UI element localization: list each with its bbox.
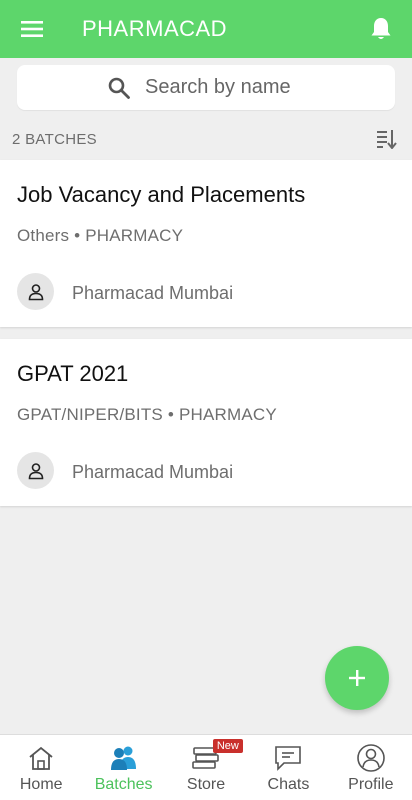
batch-count-label: 2 BATCHES — [12, 130, 97, 148]
add-batch-button[interactable] — [325, 646, 389, 710]
batch-owner: Pharmacad Mumbai — [72, 283, 234, 303]
nav-label: Batches — [94, 776, 153, 793]
nav-label: Home — [19, 776, 63, 793]
nav-item-store[interactable]: New Store — [165, 735, 247, 800]
batch-title: Job Vacancy and Placements — [17, 182, 306, 207]
bell-icon — [371, 18, 391, 39]
plus-icon — [349, 670, 365, 686]
home-icon — [29, 746, 53, 770]
nav-label: Store — [186, 776, 226, 793]
nav-item-profile[interactable]: Profile — [330, 735, 412, 800]
batch-count-row: 2 BATCHES — [12, 128, 400, 150]
avatar — [17, 452, 54, 489]
nav-label: Profile — [348, 776, 394, 793]
person-icon — [28, 283, 43, 300]
profile-icon — [357, 744, 385, 772]
sort-icon — [377, 130, 397, 149]
batch-owner: Pharmacad Mumbai — [72, 462, 234, 482]
nav-item-batches[interactable]: Batches — [82, 735, 164, 800]
nav-label: Chats — [267, 776, 310, 793]
batch-title: GPAT 2021 — [17, 361, 129, 386]
sort-button[interactable] — [374, 126, 400, 152]
batch-card[interactable]: Job Vacancy and Placements Others • PHAR… — [0, 160, 412, 327]
search-input[interactable] — [145, 76, 305, 99]
app-bar: PHARMACAD — [0, 0, 412, 58]
avatar — [17, 273, 54, 310]
menu-button[interactable] — [0, 0, 64, 58]
chat-icon — [275, 746, 302, 771]
new-badge: New — [212, 739, 243, 753]
nav-item-home[interactable]: Home — [0, 735, 82, 800]
search-icon — [108, 77, 130, 99]
batches-icon — [110, 746, 136, 770]
app-title: PHARMACAD — [82, 16, 228, 41]
batch-card[interactable]: GPAT 2021 GPAT/NIPER/BITS • PHARMACY Pha… — [0, 339, 412, 506]
notifications-button[interactable] — [366, 14, 396, 44]
nav-item-chats[interactable]: Chats — [247, 735, 329, 800]
person-icon — [28, 462, 43, 479]
search-bar[interactable] — [17, 65, 395, 110]
bottom-navigation: Home Batches New Store Chats Profile — [0, 734, 412, 800]
hamburger-menu-icon — [21, 21, 43, 37]
batch-subtitle: GPAT/NIPER/BITS • PHARMACY — [17, 405, 277, 424]
batch-subtitle: Others • PHARMACY — [17, 226, 184, 245]
